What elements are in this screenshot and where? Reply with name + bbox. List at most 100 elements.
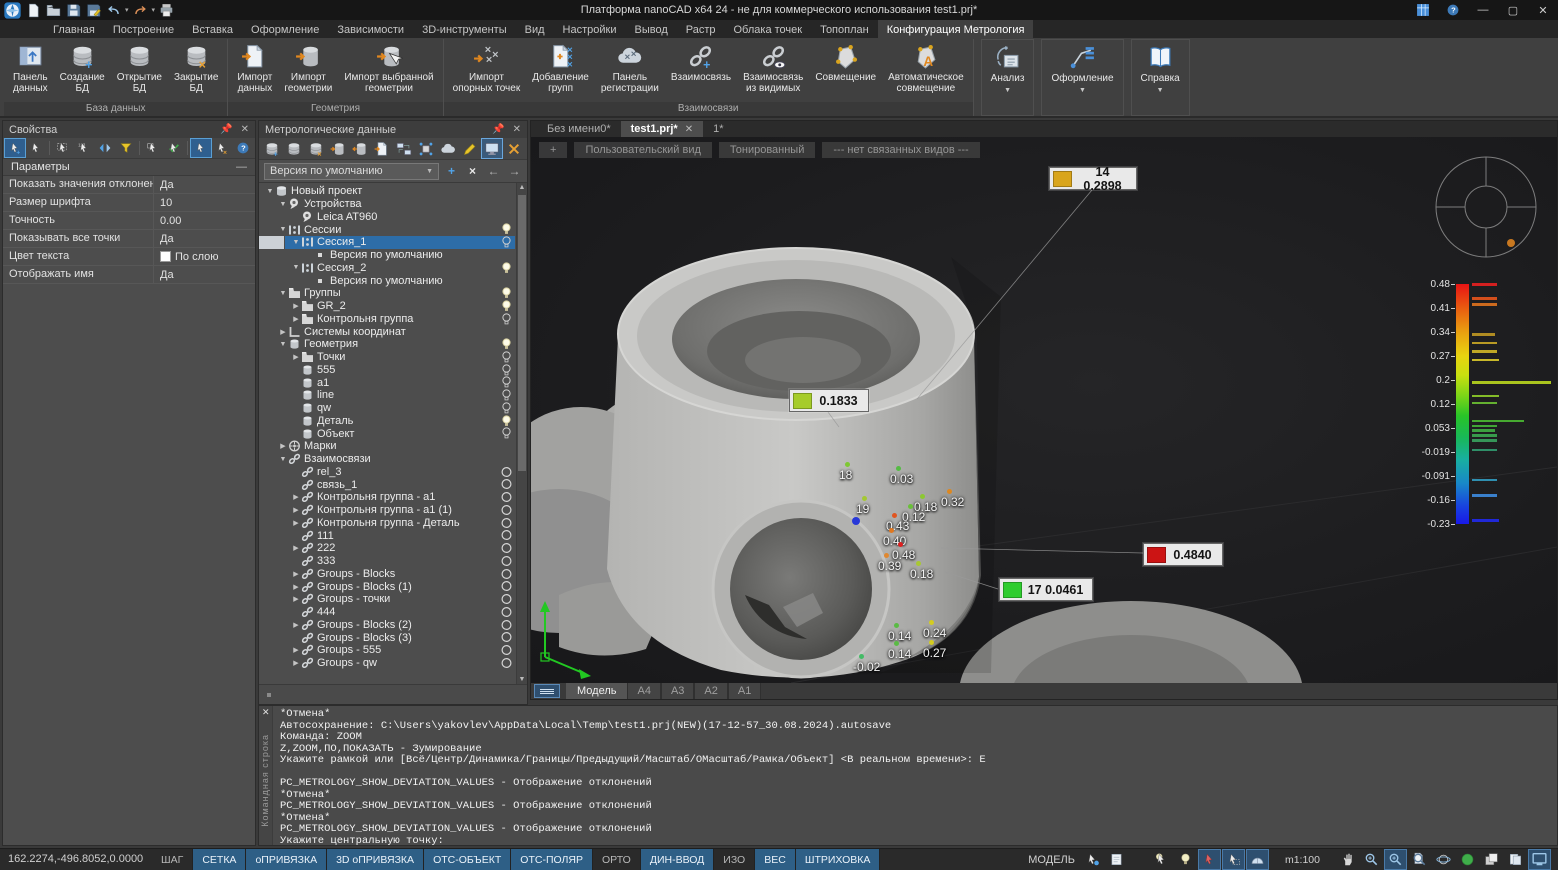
tree-item[interactable]: ▼Геометрия	[259, 338, 527, 351]
collapse-arrow-icon[interactable]: ▼	[291, 264, 301, 271]
link-state-icon[interactable]	[501, 580, 512, 592]
close-x-button[interactable]	[504, 139, 524, 158]
tree-item[interactable]: 333	[259, 555, 527, 568]
undo-button[interactable]	[105, 1, 122, 19]
select-numeric-button[interactable]: 123	[74, 139, 94, 157]
link-state-icon[interactable]	[501, 606, 512, 618]
bulb-on-icon[interactable]	[501, 300, 512, 312]
ribbon-button[interactable]: ✕✕Панель регистрации	[595, 41, 665, 96]
drawing-canvas[interactable]: +Пользовательский видТонированный--- нет…	[531, 137, 1557, 683]
bulb-on-icon[interactable]	[501, 287, 512, 299]
protractor-button[interactable]	[1247, 850, 1268, 869]
collapse-arrow-icon[interactable]: ▼	[278, 341, 288, 348]
properties-section-header[interactable]: Параметры —	[3, 159, 255, 176]
expand-arrow-icon[interactable]: ▶	[291, 570, 301, 578]
pin-icon[interactable]: 📌	[492, 124, 504, 135]
license-table-button[interactable]	[1408, 0, 1438, 20]
doc-stack-button[interactable]	[1505, 850, 1526, 869]
status-toggle[interactable]: оПРИВЯЗКА	[246, 849, 327, 870]
bulb-off-icon[interactable]	[501, 364, 512, 376]
tree-item[interactable]: ▼Сессии	[259, 223, 527, 236]
collapse-icon[interactable]: —	[236, 161, 247, 173]
document-tab[interactable]: 1*	[703, 121, 733, 137]
layout-menu-button[interactable]	[534, 684, 560, 698]
close-button[interactable]: ✕	[1528, 0, 1558, 20]
tree-item[interactable]: 555	[259, 364, 527, 377]
tree-item[interactable]: 111	[259, 529, 527, 542]
import-in-button[interactable]	[328, 139, 348, 158]
expand-arrow-icon[interactable]: ▶	[291, 646, 301, 654]
ribbon-button[interactable]: Импорт данных	[231, 41, 278, 96]
collapse-arrow-icon[interactable]: ▼	[265, 188, 275, 195]
db-open-button[interactable]	[284, 139, 304, 158]
menu-tab[interactable]: Вставка	[183, 20, 242, 38]
add-version-button[interactable]: +	[444, 164, 459, 178]
ribbon-button[interactable]: Совмещение	[809, 41, 882, 85]
import-out-button[interactable]	[350, 139, 370, 158]
tree-item[interactable]: 444	[259, 606, 527, 619]
view-control-button[interactable]: --- нет связанных видов ---	[822, 142, 979, 158]
tree-item[interactable]: Версия по умолчанию	[259, 249, 527, 262]
link-state-icon[interactable]	[501, 593, 512, 605]
layout-tab[interactable]: А2	[694, 683, 727, 699]
version-select[interactable]: Версия по умолчанию ▼	[264, 163, 439, 180]
prev-version-button[interactable]: ←	[486, 164, 501, 178]
color-swatch[interactable]	[160, 251, 171, 262]
menu-tab[interactable]: Конфигурация Метрология	[878, 20, 1034, 38]
tree-item[interactable]: ▶Контрольня группа - a1 (1)	[259, 504, 527, 517]
tree-item[interactable]: Деталь	[259, 415, 527, 428]
status-toggle[interactable]: ШАГ	[152, 849, 193, 870]
bulb-off-icon[interactable]	[501, 313, 512, 325]
collapse-arrow-icon[interactable]: ▼	[291, 239, 301, 246]
orbit-3d-button[interactable]	[1433, 850, 1454, 869]
close-icon[interactable]: ✕	[513, 124, 521, 135]
link-state-icon[interactable]	[501, 542, 512, 554]
link-state-icon[interactable]	[501, 631, 512, 643]
cursor-badge-button[interactable]	[1082, 850, 1103, 869]
sheets-button[interactable]	[1481, 850, 1502, 869]
ribbon-button[interactable]: Взаимосвязь из видимых	[737, 41, 809, 96]
cursor-box-button[interactable]	[1223, 850, 1244, 869]
status-toggle[interactable]: ШТРИХОВКА	[796, 849, 881, 870]
menu-tab[interactable]: 3D-инструменты	[413, 20, 516, 38]
help-circle-button[interactable]: ?	[233, 139, 253, 157]
delete-version-button[interactable]: ×	[465, 164, 480, 178]
expand-arrow-icon[interactable]: ▶	[291, 595, 301, 603]
collapse-arrow-icon[interactable]: ▼	[278, 226, 288, 233]
tree-item[interactable]: ▶Точки	[259, 351, 527, 364]
ribbon-button[interactable]: Справка▼	[1135, 42, 1186, 98]
expand-arrow-icon[interactable]: ▶	[291, 315, 301, 323]
menu-tab[interactable]: Настройки	[554, 20, 626, 38]
tree-item[interactable]: ▼Группы	[259, 287, 527, 300]
tree-item[interactable]: rel_3	[259, 466, 527, 479]
ribbon-button[interactable]: AАвтоматическое совмещение	[882, 41, 970, 96]
ribbon-button[interactable]: ×Закрытие БД	[168, 41, 224, 96]
ribbon-button[interactable]: Панель данных	[7, 41, 54, 96]
menu-tab[interactable]: Облака точек	[725, 20, 812, 38]
link-state-icon[interactable]	[501, 504, 512, 516]
tree-item[interactable]: Leica AT960	[259, 211, 527, 224]
expand-arrow-icon[interactable]: ▶	[291, 544, 301, 552]
db-remove-button[interactable]: ×	[306, 139, 326, 158]
tree-item[interactable]: связь_1	[259, 478, 527, 491]
tree-item[interactable]: ▶Groups - Blocks (2)	[259, 619, 527, 632]
layout-tab[interactable]: Модель	[566, 683, 627, 699]
status-toggle[interactable]: ИЗО	[714, 849, 755, 870]
expand-arrow-icon[interactable]: ▶	[291, 506, 301, 514]
link-state-icon[interactable]	[501, 555, 512, 567]
select-append-button[interactable]: +	[5, 139, 25, 157]
save-as-button[interactable]	[85, 1, 102, 19]
open-file-button[interactable]	[45, 1, 62, 19]
ribbon-button[interactable]: Анализ▼	[985, 42, 1031, 98]
link-nodes-button[interactable]	[416, 139, 436, 158]
monitor-active-button[interactable]	[482, 139, 502, 158]
measure-pencil-button[interactable]	[460, 139, 480, 158]
tree-item[interactable]: ▶Groups - точки	[259, 593, 527, 606]
tree-item[interactable]: ▼Взаимосвязи	[259, 453, 527, 466]
zoom-doc-button[interactable]	[1409, 850, 1430, 869]
tree-item[interactable]: Версия по умолчанию	[259, 274, 527, 287]
select-clear-button[interactable]: ×	[212, 139, 232, 157]
expand-arrow-icon[interactable]: ▶	[291, 621, 301, 629]
status-toggle[interactable]: СЕТКА	[193, 849, 246, 870]
bulb-on-icon[interactable]	[501, 262, 512, 274]
